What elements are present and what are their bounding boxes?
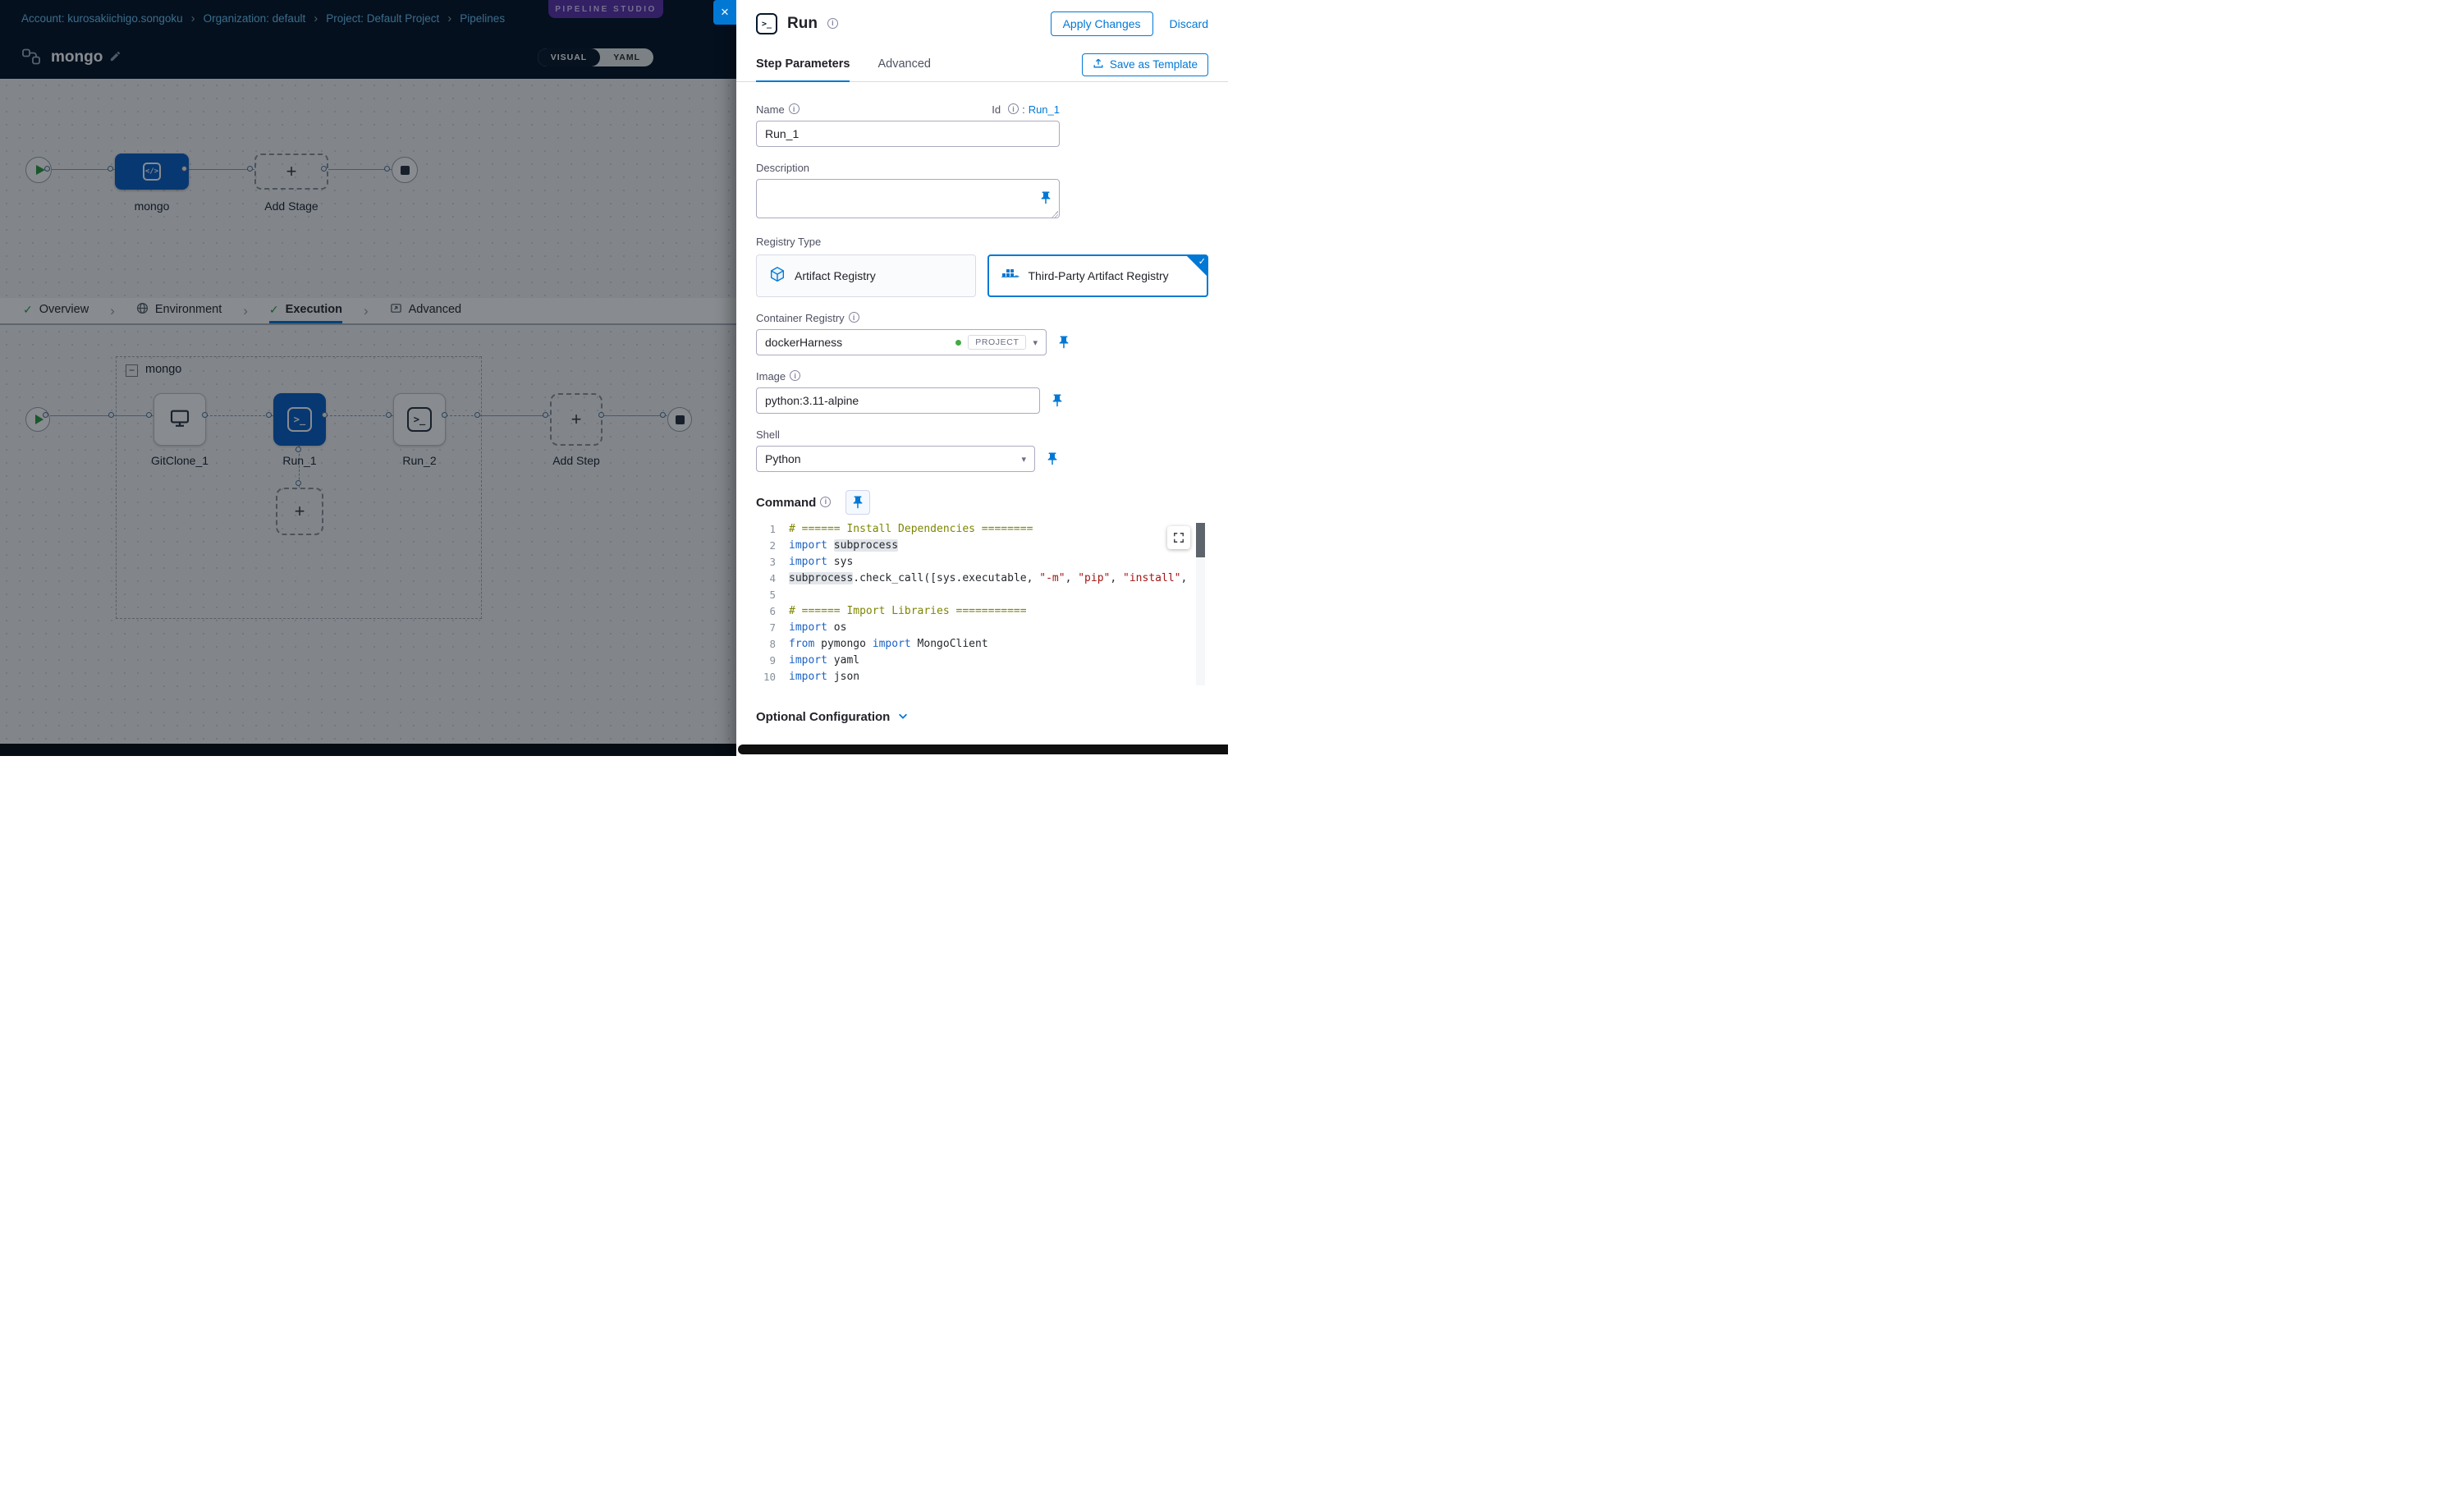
card-label: Artifact Registry bbox=[795, 269, 876, 282]
expand-editor-button[interactable] bbox=[1167, 526, 1190, 549]
shell-select[interactable]: Python ▾ bbox=[756, 446, 1035, 472]
connected-status-dot bbox=[955, 340, 961, 346]
step-config-drawer: × >_ Run i Apply Changes Discard Step Pa… bbox=[736, 0, 1228, 756]
modal-overlay[interactable] bbox=[0, 0, 736, 756]
pin-icon[interactable] bbox=[1050, 393, 1065, 408]
drawer-tab-bar: Step Parameters Advanced Save as Templat… bbox=[736, 48, 1228, 82]
shell-value: Python bbox=[765, 452, 801, 465]
image-label: Imagei bbox=[756, 370, 1208, 383]
close-drawer-button[interactable]: × bbox=[713, 0, 736, 25]
drawer-title: Run bbox=[787, 15, 818, 33]
command-code-editor[interactable]: 1# ====== Install Dependencies ========2… bbox=[756, 521, 1208, 689]
info-icon[interactable]: i bbox=[849, 312, 859, 323]
name-input[interactable] bbox=[756, 121, 1060, 147]
artifact-registry-icon bbox=[768, 266, 786, 286]
description-label: Description bbox=[756, 162, 1208, 174]
third-party-artifact-registry-card[interactable]: Third-Party Artifact Registry ✓ bbox=[987, 254, 1209, 297]
artifact-registry-card[interactable]: Artifact Registry bbox=[756, 254, 976, 297]
command-pin-button[interactable] bbox=[845, 490, 870, 515]
container-registry-value: dockerHarness bbox=[765, 336, 842, 349]
discard-button[interactable]: Discard bbox=[1170, 17, 1208, 30]
save-as-template-label: Save as Template bbox=[1110, 58, 1198, 71]
description-textarea[interactable] bbox=[756, 179, 1060, 218]
container-registry-label: Container Registryi bbox=[756, 312, 1208, 324]
card-label: Third-Party Artifact Registry bbox=[1029, 269, 1169, 282]
editor-scrollbar-track[interactable] bbox=[1196, 523, 1205, 685]
command-label: Commandi bbox=[756, 496, 831, 510]
pin-icon[interactable] bbox=[1038, 190, 1053, 205]
info-icon[interactable]: i bbox=[790, 370, 800, 381]
template-upload-icon bbox=[1093, 57, 1104, 71]
pin-icon bbox=[850, 495, 865, 510]
chevron-down-icon: ▾ bbox=[1021, 454, 1026, 465]
pin-icon[interactable] bbox=[1056, 335, 1071, 350]
step-id: Idi : Run_1 bbox=[992, 103, 1060, 116]
image-value: python:3.11-alpine bbox=[765, 394, 859, 407]
step-id-value: Run_1 bbox=[1029, 103, 1060, 116]
docker-icon bbox=[1001, 267, 1020, 286]
horizontal-scrollbar[interactable] bbox=[738, 745, 1228, 754]
info-icon[interactable]: i bbox=[789, 103, 800, 114]
tab-advanced[interactable]: Advanced bbox=[877, 48, 931, 82]
save-as-template-button[interactable]: Save as Template bbox=[1082, 53, 1208, 76]
scope-tag: PROJECT bbox=[968, 335, 1026, 350]
container-registry-select[interactable]: dockerHarness PROJECT ▾ bbox=[756, 329, 1047, 355]
tab-step-parameters[interactable]: Step Parameters bbox=[756, 48, 850, 82]
image-input[interactable]: python:3.11-alpine bbox=[756, 387, 1040, 414]
pipeline-studio-page: Account: kurosakiichigo.songoku › Organi… bbox=[0, 0, 1228, 756]
pin-icon[interactable] bbox=[1045, 451, 1060, 466]
info-icon[interactable]: i bbox=[820, 497, 831, 507]
info-icon[interactable]: i bbox=[827, 18, 838, 29]
drawer-header: >_ Run i Apply Changes Discard bbox=[736, 0, 1228, 48]
code-lines: 1# ====== Install Dependencies ========2… bbox=[756, 521, 1208, 685]
name-label: Namei bbox=[756, 103, 800, 116]
optional-configuration-label: Optional Configuration bbox=[756, 710, 890, 724]
info-icon[interactable]: i bbox=[1008, 103, 1019, 114]
chevron-down-icon: ▾ bbox=[1033, 337, 1038, 348]
selected-check-icon: ✓ bbox=[1186, 255, 1207, 277]
run-step-icon: >_ bbox=[756, 13, 777, 34]
registry-type-label: Registry Type bbox=[756, 236, 1208, 248]
editor-scrollbar-thumb[interactable] bbox=[1196, 523, 1205, 557]
step-parameters-form: Namei Idi : Run_1 Description Registry bbox=[736, 82, 1228, 744]
registry-type-cards: Artifact Registry Third-Party Artifact R… bbox=[756, 254, 1208, 297]
chevron-down-icon bbox=[897, 710, 909, 724]
optional-configuration-toggle[interactable]: Optional Configuration bbox=[756, 710, 1208, 724]
shell-label: Shell bbox=[756, 428, 1208, 441]
apply-changes-button[interactable]: Apply Changes bbox=[1051, 11, 1153, 36]
